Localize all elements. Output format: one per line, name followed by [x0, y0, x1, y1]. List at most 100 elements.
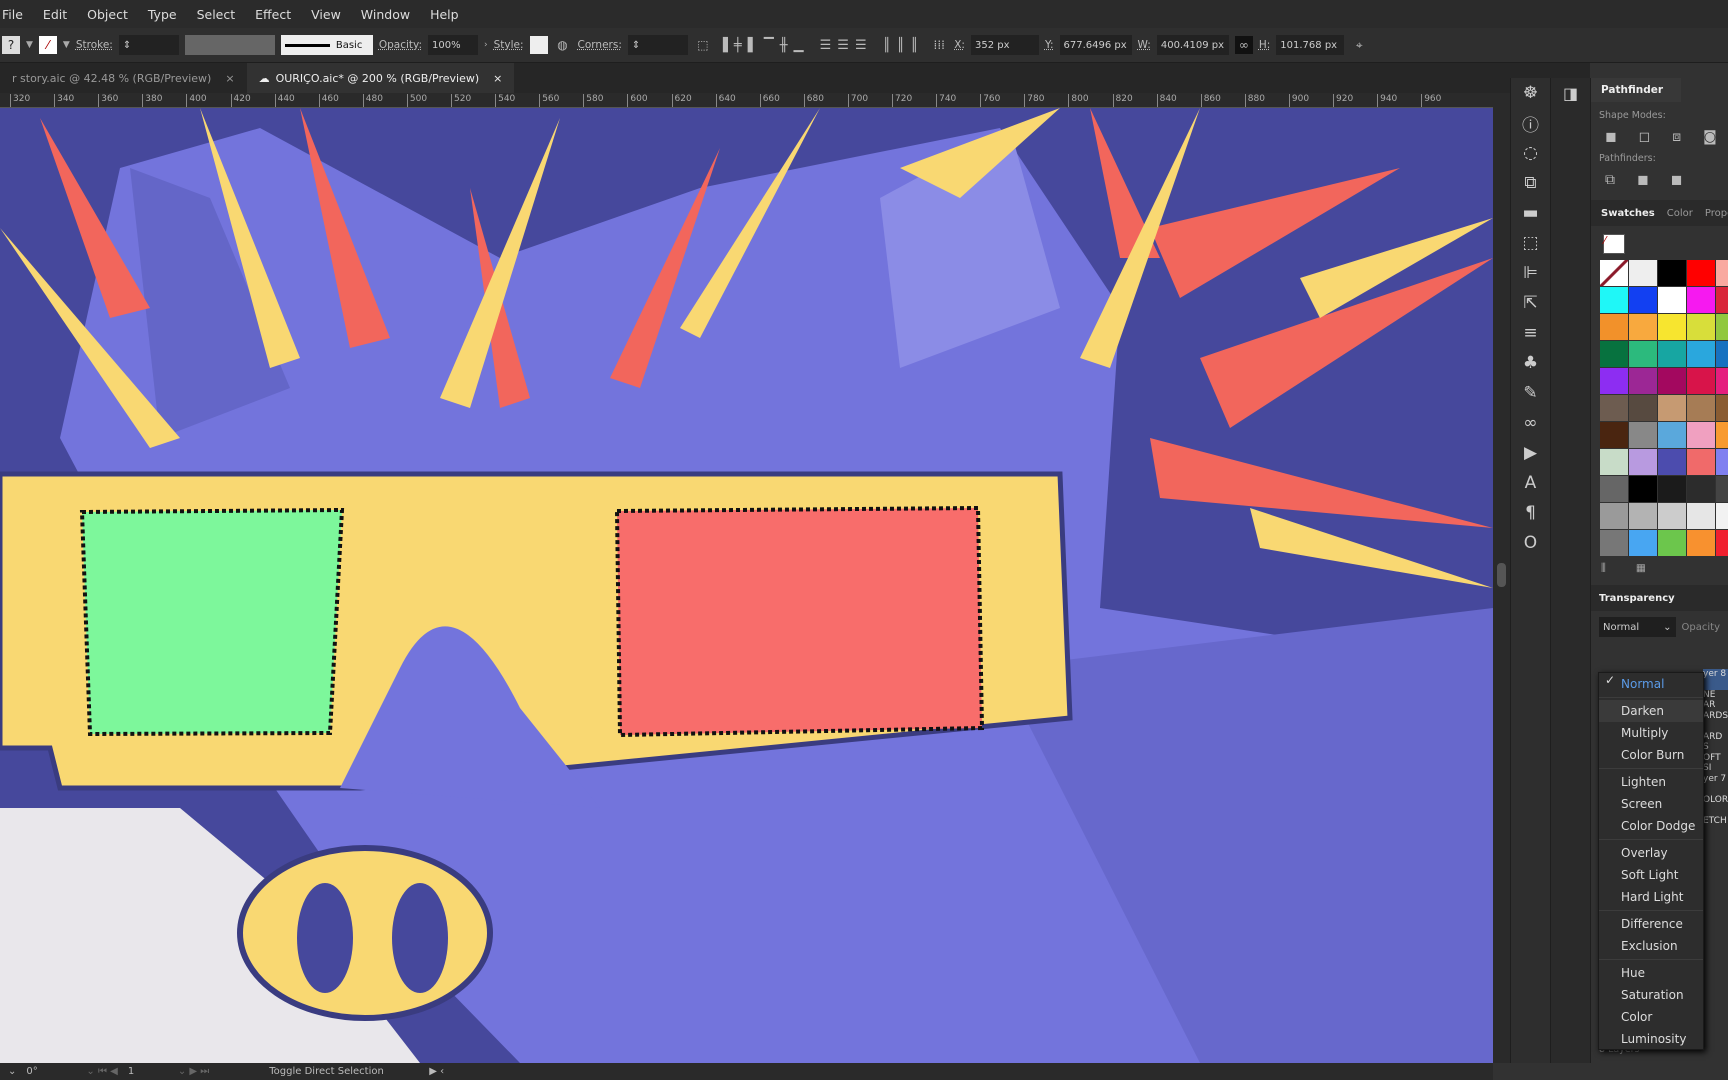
- layer-row[interactable]: NE AR: [1703, 690, 1728, 711]
- swatch[interactable]: [1600, 314, 1628, 340]
- swatch[interactable]: [1600, 503, 1628, 529]
- blend-mode-overlay[interactable]: Overlay: [1599, 842, 1703, 864]
- layer-row[interactable]: OLORS: [1703, 795, 1728, 816]
- brush-definition[interactable]: Basic: [280, 35, 373, 55]
- properties-tab[interactable]: Prope: [1705, 208, 1728, 219]
- pathfinder-tab[interactable]: Pathfinder: [1591, 78, 1681, 102]
- swatch[interactable]: [1600, 260, 1628, 286]
- scroll-thumb[interactable]: [1497, 563, 1506, 587]
- transform-icon[interactable]: ⌖: [1350, 36, 1368, 54]
- horizontal-ruler[interactable]: 320 340 360 380 400 420 440 460 480 500 520 540 560 5…: [0, 93, 1493, 108]
- nav-buttons-next[interactable]: ⌄ ▶ ⏭: [178, 1066, 209, 1077]
- play-icon[interactable]: ▶ ‹: [429, 1066, 444, 1077]
- blend-mode-multiply[interactable]: Multiply: [1599, 722, 1703, 744]
- swatch[interactable]: [1600, 449, 1628, 475]
- blend-mode-select[interactable]: Normal ⌄: [1599, 617, 1676, 637]
- swatches-tab[interactable]: Swatches: [1601, 208, 1655, 219]
- menu-view[interactable]: View: [301, 7, 351, 22]
- swatch[interactable]: [1629, 503, 1657, 529]
- swatch[interactable]: [1629, 314, 1657, 340]
- transform-icon[interactable]: ⧉: [1511, 168, 1550, 198]
- swatch[interactable]: [1658, 422, 1686, 448]
- swatch[interactable]: [1658, 314, 1686, 340]
- export-icon[interactable]: ⇱: [1511, 288, 1550, 318]
- w-input[interactable]: 400.4109 px: [1156, 35, 1229, 55]
- swatch[interactable]: [1629, 260, 1657, 286]
- chevron-down-icon[interactable]: ▼: [63, 40, 70, 50]
- menu-object[interactable]: Object: [77, 7, 138, 22]
- fill-stroke-indicator[interactable]: ⁄: [1603, 234, 1625, 254]
- blend-mode-color-dodge[interactable]: Color Dodge: [1599, 815, 1703, 837]
- swatch[interactable]: [1716, 260, 1728, 286]
- link-icon[interactable]: ∞: [1234, 36, 1253, 54]
- align-selection-icon[interactable]: ⬚: [694, 36, 712, 54]
- nav-buttons[interactable]: ⌄ ⏮ ◀: [86, 1066, 117, 1077]
- swatch[interactable]: [1687, 503, 1715, 529]
- menu-window[interactable]: Window: [351, 7, 420, 22]
- blend-mode-darken[interactable]: Darken: [1599, 700, 1703, 722]
- corners-input[interactable]: ⇕: [627, 35, 688, 55]
- swatch[interactable]: [1629, 395, 1657, 421]
- x-input[interactable]: 352 px: [970, 35, 1039, 55]
- swatch[interactable]: [1687, 341, 1715, 367]
- artboards-icon[interactable]: ◨: [1551, 78, 1590, 108]
- paragraph-icon[interactable]: ¶: [1511, 498, 1550, 528]
- swatch[interactable]: [1716, 287, 1728, 313]
- menu-file[interactable]: File: [0, 7, 33, 22]
- swatch[interactable]: [1629, 476, 1657, 502]
- swatch[interactable]: [1600, 368, 1628, 394]
- blend-mode-hard-light[interactable]: Hard Light: [1599, 886, 1703, 908]
- menu-edit[interactable]: Edit: [33, 7, 77, 22]
- swatch[interactable]: [1687, 476, 1715, 502]
- swatch[interactable]: [1600, 422, 1628, 448]
- stroke-icon[interactable]: ≡: [1511, 318, 1550, 348]
- blend-mode-exclusion[interactable]: Exclusion: [1599, 935, 1703, 957]
- rotation-field[interactable]: 0°: [26, 1066, 76, 1077]
- layer-row[interactable]: yer 7: [1703, 774, 1728, 795]
- swatch[interactable]: [1687, 422, 1715, 448]
- reference-point-icon[interactable]: ⁞⁞⁞: [930, 36, 948, 54]
- actions-icon[interactable]: ▶: [1511, 438, 1550, 468]
- swatch[interactable]: [1687, 368, 1715, 394]
- tab-ourico[interactable]: ☁ OURIÇO.aic* @ 200 % (RGB/Preview) ×: [246, 63, 515, 93]
- menu-effect[interactable]: Effect: [245, 7, 301, 22]
- align-icon[interactable]: ⊫: [1511, 258, 1550, 288]
- navigator-icon[interactable]: ☸: [1511, 78, 1550, 108]
- recolor-icon[interactable]: ◍: [554, 36, 572, 54]
- menu-select[interactable]: Select: [187, 7, 246, 22]
- layer-row[interactable]: ARDSH: [1703, 711, 1728, 732]
- blend-mode-screen[interactable]: Screen: [1599, 793, 1703, 815]
- swatch[interactable]: [1658, 341, 1686, 367]
- swatch[interactable]: [1658, 368, 1686, 394]
- swatch[interactable]: [1687, 314, 1715, 340]
- swatch[interactable]: [1716, 314, 1728, 340]
- blend-mode-lighten[interactable]: Lighten: [1599, 771, 1703, 793]
- swatch[interactable]: [1629, 530, 1657, 556]
- vertical-scrollbar[interactable]: [1493, 93, 1510, 1063]
- swatch[interactable]: [1600, 341, 1628, 367]
- swatch[interactable]: [1658, 530, 1686, 556]
- swatch[interactable]: [1600, 287, 1628, 313]
- swatch[interactable]: [1687, 395, 1715, 421]
- blend-mode-hue[interactable]: Hue: [1599, 962, 1703, 984]
- swatch[interactable]: [1716, 368, 1728, 394]
- swatch[interactable]: [1658, 395, 1686, 421]
- swatch[interactable]: [1600, 476, 1628, 502]
- artboard-canvas[interactable]: [0, 108, 1493, 1063]
- swatch[interactable]: [1658, 260, 1686, 286]
- info-icon[interactable]: ⓘ: [1511, 108, 1550, 138]
- chevron-right-icon[interactable]: ›: [484, 40, 488, 50]
- pathfinder-buttons[interactable]: ⧉ ◼ ◼: [1591, 164, 1728, 196]
- blend-mode-saturation[interactable]: Saturation: [1599, 984, 1703, 1006]
- swatch[interactable]: [1687, 449, 1715, 475]
- blend-mode-color-burn[interactable]: Color Burn: [1599, 744, 1703, 766]
- close-icon[interactable]: ×: [225, 72, 234, 85]
- y-input[interactable]: 677.6496 px: [1059, 35, 1132, 55]
- swatch[interactable]: [1716, 422, 1728, 448]
- swatch[interactable]: [1687, 287, 1715, 313]
- brushes-icon[interactable]: ✎: [1511, 378, 1550, 408]
- blend-mode-luminosity[interactable]: Luminosity: [1599, 1028, 1703, 1050]
- swatch[interactable]: [1716, 530, 1728, 556]
- swatch[interactable]: [1629, 368, 1657, 394]
- chevron-down-icon[interactable]: ⌄: [8, 1066, 16, 1077]
